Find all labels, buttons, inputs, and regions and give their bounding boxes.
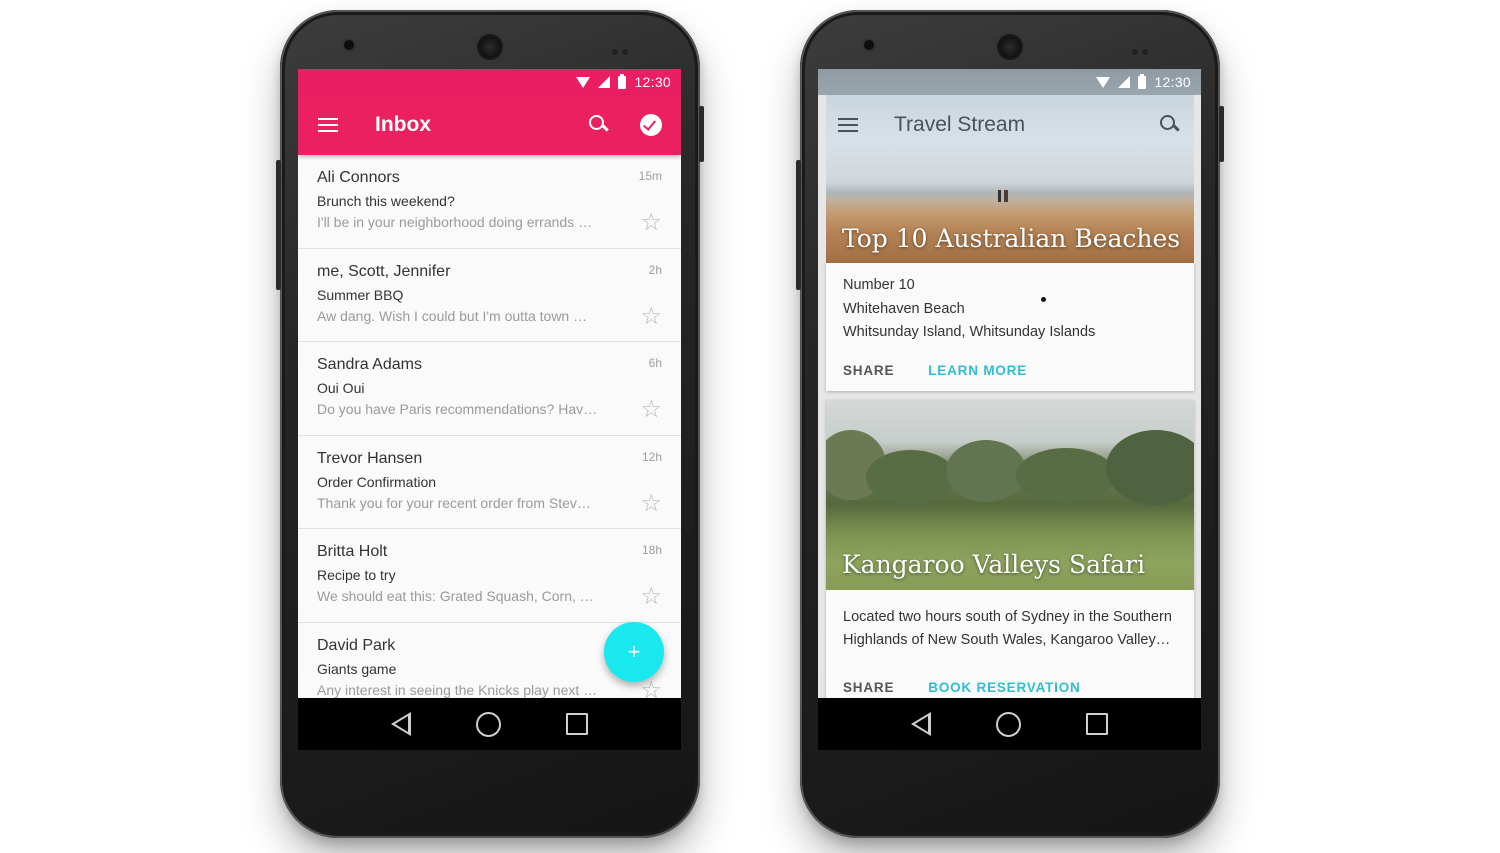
inbox-screen: 12:30 Inbox Ali Connors Brunch this week…	[298, 69, 681, 750]
back-triangle-icon[interactable]	[390, 712, 411, 736]
mail-subject: Brunch this weekend?	[317, 193, 455, 209]
status-time: 12:30	[634, 74, 671, 90]
travel-toolbar: Travel Stream	[818, 95, 1201, 155]
mail-preview: Any interest in seeing the Knicks play n…	[317, 681, 598, 698]
phone-right: Top 10 Australian Beaches 12:30 Travel S…	[796, 10, 1224, 838]
status-bar: 12:30	[298, 69, 681, 95]
kangaroo-photo[interactable]: Kangaroo Valleys Safari	[826, 400, 1194, 590]
cell-signal-icon	[598, 76, 611, 88]
mail-preview: Thank you for your recent order from Ste…	[317, 494, 591, 511]
star-outline-icon[interactable]: ☆	[640, 211, 662, 235]
tree-shape	[1106, 430, 1194, 505]
wifi-icon	[576, 76, 591, 88]
card-image-title: Kangaroo Valleys Safari	[842, 550, 1146, 579]
star-outline-icon[interactable]: ☆	[640, 491, 662, 516]
status-time: 12:30	[1154, 74, 1191, 90]
earpiece-speaker	[997, 34, 1023, 60]
mail-item[interactable]: Trevor Hansen Order Confirmation Thank y…	[298, 435, 681, 530]
battery-icon	[1138, 73, 1147, 89]
travel-screen: Top 10 Australian Beaches 12:30 Travel S…	[818, 69, 1201, 750]
mail-preview: I'll be in your neighborhood doing erran…	[317, 214, 593, 230]
card-line: Whitehaven Beach	[843, 301, 965, 317]
star-outline-icon[interactable]: ☆	[640, 398, 662, 422]
nav-bar	[818, 698, 1201, 750]
check-circle-icon[interactable]	[640, 114, 662, 136]
mail-time: 2h	[648, 262, 662, 277]
mail-subject: Giants game	[317, 660, 397, 677]
learn-more-button[interactable]: LEARN MORE	[928, 363, 1027, 378]
mail-sender: David Park	[317, 636, 396, 654]
mail-sender: Sandra Adams	[317, 356, 422, 374]
card-actions: SHARE BOOK RESERVATION	[843, 680, 1081, 695]
search-icon[interactable]	[588, 114, 610, 136]
card-actions: SHARE LEARN MORE	[843, 363, 1027, 378]
home-circle-icon[interactable]	[995, 711, 1021, 737]
device-showcase: 12:30 Inbox Ali Connors Brunch this week…	[0, 0, 1500, 853]
tree-shape	[866, 450, 956, 505]
phone-left: 12:30 Inbox Ali Connors Brunch this week…	[276, 10, 704, 838]
recent-apps-square-icon[interactable]	[1086, 713, 1109, 735]
mail-item[interactable]: Britta Holt Recipe to try We should eat …	[298, 529, 681, 623]
mail-item[interactable]: Sandra Adams Oui Oui Do you have Paris r…	[298, 342, 681, 436]
touch-indicator-dot	[1041, 297, 1046, 302]
card-description: Located two hours south of Sydney in the…	[843, 609, 1172, 648]
mail-preview: Do you have Paris recommendations? Hav…	[317, 401, 598, 418]
compose-fab-button[interactable]: +	[604, 622, 664, 682]
plus-icon: +	[627, 639, 641, 664]
mail-subject: Oui Oui	[317, 380, 365, 397]
recent-apps-square-icon[interactable]	[566, 713, 589, 735]
card-image-title: Top 10 Australian Beaches	[842, 224, 1181, 253]
menu-icon[interactable]	[838, 118, 858, 132]
star-outline-icon[interactable]: ☆	[640, 304, 662, 329]
mail-preview: We should eat this: Grated Squash, Corn,…	[317, 588, 594, 605]
battery-icon	[618, 73, 627, 89]
home-circle-icon[interactable]	[475, 711, 501, 737]
mail-sender: Ali Connors	[317, 169, 400, 186]
card-line: Number 10	[843, 277, 915, 293]
menu-icon[interactable]	[318, 118, 338, 132]
book-reservation-button[interactable]: BOOK RESERVATION	[928, 680, 1080, 695]
mail-subject: Summer BBQ	[317, 286, 404, 303]
tree-shape	[946, 440, 1026, 502]
share-button[interactable]: SHARE	[843, 363, 894, 378]
mail-sender: Britta Holt	[317, 543, 388, 561]
wifi-icon	[1096, 76, 1111, 88]
mail-time: 6h	[648, 356, 662, 371]
mail-subject: Order Confirmation	[317, 473, 437, 490]
card-line: Whitsunday Island, Whitsunday Islands	[843, 324, 1096, 340]
cell-signal-icon	[1118, 76, 1131, 88]
mail-item[interactable]: me, Scott, Jennifer Summer BBQ Aw dang. …	[298, 248, 681, 343]
beach-card: Number 10 Whitehaven Beach Whitsunday Is…	[826, 263, 1194, 391]
back-triangle-icon[interactable]	[910, 712, 931, 736]
mail-preview: Aw dang. Wish I could but I'm outta town…	[317, 307, 588, 324]
page-title: Inbox	[375, 113, 431, 136]
page-title: Travel Stream	[894, 113, 1026, 136]
search-icon[interactable]	[1159, 114, 1181, 136]
proximity-sensor	[1128, 42, 1158, 55]
mail-sender: me, Scott, Jennifer	[317, 262, 451, 280]
front-camera	[864, 40, 874, 50]
nav-bar	[298, 698, 681, 750]
power-button	[1219, 106, 1224, 162]
mail-subject: Recipe to try	[317, 567, 396, 584]
volume-button	[276, 160, 281, 290]
inbox-toolbar: Inbox	[298, 95, 681, 155]
mail-time: 12h	[641, 449, 662, 464]
mail-sender: Trevor Hansen	[317, 449, 423, 467]
star-outline-icon[interactable]: ☆	[640, 585, 662, 609]
volume-button	[796, 160, 801, 290]
power-button	[699, 106, 704, 162]
mail-item[interactable]: Ali Connors Brunch this weekend? I'll be…	[298, 155, 681, 249]
beach-people-figure	[998, 190, 1008, 202]
earpiece-speaker	[477, 34, 503, 60]
mail-time: 18h	[641, 543, 662, 558]
status-bar: 12:30	[818, 69, 1201, 95]
share-button[interactable]: SHARE	[843, 680, 894, 695]
proximity-sensor	[608, 42, 638, 55]
tree-shape	[1016, 448, 1116, 503]
front-camera	[344, 40, 354, 50]
mail-time: 15m	[638, 169, 662, 183]
safari-card: Kangaroo Valleys Safari Located two hour…	[826, 400, 1194, 700]
